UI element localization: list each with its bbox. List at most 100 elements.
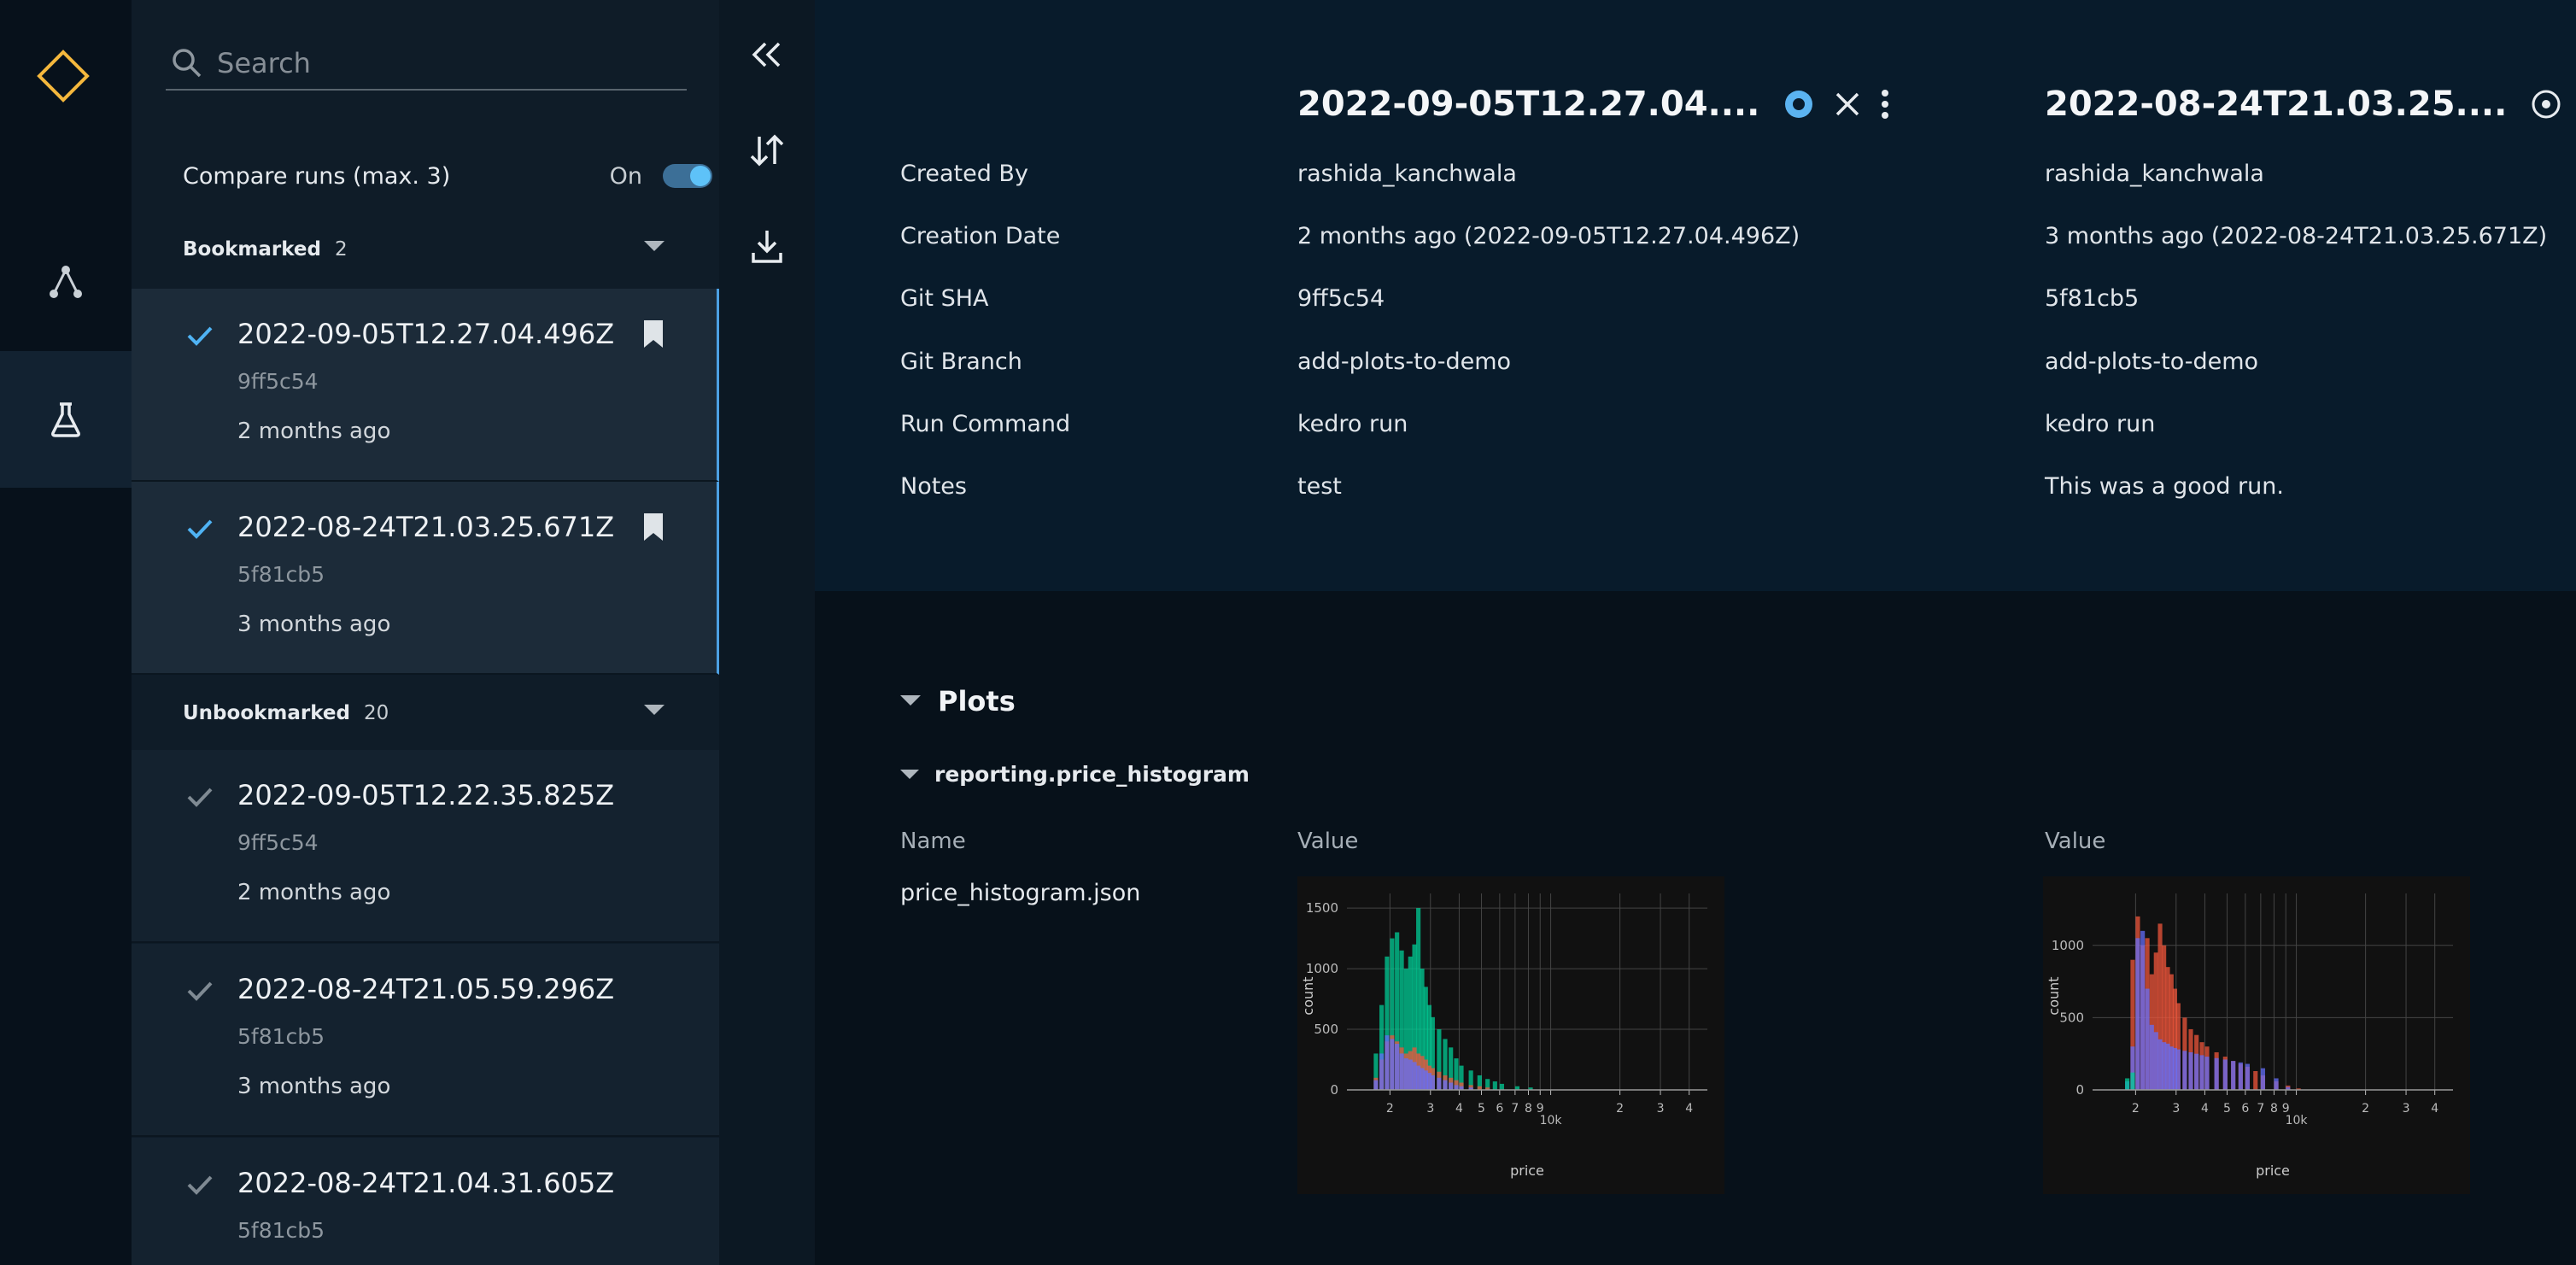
git-sha-value: 9ff5c54 bbox=[1297, 285, 1385, 312]
notes-value[interactable]: This was a good run. bbox=[2045, 473, 2284, 500]
run-time-ago: 3 months ago bbox=[237, 612, 391, 637]
x-tick-label: 4 bbox=[1685, 1102, 1693, 1116]
close-icon[interactable] bbox=[1835, 91, 1860, 117]
sort-runs-button[interactable] bbox=[743, 126, 791, 174]
experiment-tracking-nav-button[interactable] bbox=[0, 351, 132, 488]
histogram-bar bbox=[2253, 1071, 2258, 1090]
kedro-logo-icon[interactable] bbox=[36, 49, 91, 103]
caret-down-icon[interactable] bbox=[644, 240, 664, 256]
value-column-header: Value bbox=[2045, 829, 2106, 854]
flowchart-nav-button[interactable] bbox=[0, 214, 132, 350]
run-command-value: kedro run bbox=[1297, 411, 1408, 437]
run-title: 2022-08-24T21.05.59.296Z bbox=[237, 973, 615, 1005]
run-time-ago: 2 months ago bbox=[237, 419, 391, 444]
histogram-bar bbox=[2238, 1062, 2243, 1090]
y-tick-label: 1500 bbox=[1306, 900, 1338, 916]
y-tick-label: 500 bbox=[1314, 1022, 1338, 1037]
run-title: 2022-09-05T12.27.04.496Z bbox=[237, 318, 615, 350]
caret-down-icon[interactable] bbox=[644, 704, 664, 720]
notes-value[interactable]: test bbox=[1297, 473, 1342, 500]
histogram-bar bbox=[2231, 1061, 2236, 1090]
download-icon bbox=[752, 231, 782, 263]
histogram-bar bbox=[2274, 1078, 2279, 1090]
run-item[interactable]: 2022-09-05T12.22.35.825Z 9ff5c54 2 month… bbox=[132, 750, 719, 943]
histogram-bar bbox=[1399, 1053, 1404, 1090]
group-title: Bookmarked bbox=[183, 238, 321, 261]
run-item[interactable]: 2022-08-24T21.04.31.605Z 5f81cb5 bbox=[132, 1138, 719, 1265]
group-count: 2 bbox=[335, 238, 348, 261]
x-tick-label: 7 bbox=[1511, 1102, 1519, 1116]
creation-date-label: Creation Date bbox=[900, 223, 1061, 249]
x-tick-label: 3 bbox=[1657, 1102, 1665, 1116]
run-item[interactable]: 2022-08-24T21.03.25.671Z 5f81cb5 3 month… bbox=[132, 482, 719, 675]
run-title: 2022-08-24T21.04.31.605Z bbox=[237, 1167, 615, 1199]
plot-file-name: price_histogram.json bbox=[900, 880, 1141, 906]
run-item[interactable]: 2022-08-24T21.05.59.296Z 5f81cb5 3 month… bbox=[132, 944, 719, 1137]
dataset-header[interactable]: reporting.price_histogram bbox=[900, 762, 1250, 787]
x-tick-label: 8 bbox=[2270, 1102, 2278, 1116]
x-tick-label: 5 bbox=[2223, 1102, 2231, 1116]
check-icon[interactable] bbox=[186, 518, 214, 543]
compare-runs-toggle[interactable] bbox=[663, 164, 712, 188]
created-by-value: rashida_kanchwala bbox=[2045, 161, 2264, 187]
x-tick-label: 2 bbox=[1386, 1102, 1394, 1116]
run-command-label: Run Command bbox=[900, 411, 1071, 437]
plots-section-header[interactable]: Plots bbox=[900, 685, 1016, 717]
x-tick-label: 2 bbox=[1616, 1102, 1624, 1116]
export-button[interactable] bbox=[743, 222, 791, 270]
caret-down-icon bbox=[900, 769, 919, 779]
run-time-ago: 2 months ago bbox=[237, 880, 391, 905]
sort-arrows-icon bbox=[750, 134, 784, 167]
run-details-panel: 2022-09-05T12.27.04.... 2022-08-24T21.03… bbox=[815, 0, 2576, 1265]
histogram-bar bbox=[2130, 1072, 2135, 1090]
check-icon[interactable] bbox=[186, 1174, 214, 1199]
bookmark-icon[interactable] bbox=[643, 512, 664, 545]
x-tick-label: 6 bbox=[2241, 1102, 2249, 1116]
run-sha: 5f81cb5 bbox=[237, 1024, 325, 1049]
histogram-bar bbox=[2149, 1024, 2154, 1090]
check-icon[interactable] bbox=[186, 786, 214, 811]
pin-icon[interactable] bbox=[2531, 89, 2561, 120]
x-tick-label: 7 bbox=[2257, 1102, 2264, 1116]
histogram-bar bbox=[2245, 1063, 2250, 1090]
x-tick-label: 4 bbox=[2201, 1102, 2209, 1116]
more-options-icon[interactable] bbox=[1881, 89, 1889, 120]
run-header-title[interactable]: 2022-09-05T12.27.04.... bbox=[1297, 85, 1759, 124]
x-tick-label: 5 bbox=[1478, 1102, 1485, 1116]
git-branch-label: Git Branch bbox=[900, 348, 1022, 375]
histogram-bar bbox=[2135, 938, 2140, 1090]
unbookmarked-group-header[interactable]: Unbookmarked 20 bbox=[132, 692, 719, 735]
creation-date-value: 2 months ago (2022-09-05T12.27.04.496Z) bbox=[1297, 223, 1800, 249]
git-sha-value: 5f81cb5 bbox=[2045, 285, 2140, 312]
group-title: Unbookmarked bbox=[183, 702, 350, 724]
git-branch-value: add-plots-to-demo bbox=[1297, 348, 1512, 375]
double-chevron-left-icon bbox=[752, 42, 781, 67]
check-icon[interactable] bbox=[186, 325, 214, 350]
group-count: 20 bbox=[363, 702, 389, 724]
y-tick-label: 0 bbox=[1330, 1082, 1338, 1098]
x-axis-label: price bbox=[2256, 1163, 2290, 1179]
price-histogram-chart[interactable]: 0 500 1000 2 3 4 5 6 7 8 9 10k 2 3 4 price count bbox=[2043, 876, 2470, 1194]
search-input[interactable] bbox=[217, 47, 661, 79]
collapse-sidebar-button[interactable] bbox=[743, 31, 791, 79]
pin-selected-icon[interactable] bbox=[1783, 89, 1814, 120]
bookmark-icon[interactable] bbox=[643, 319, 664, 352]
histogram-bar bbox=[1379, 1053, 1385, 1090]
bookmarked-group-header[interactable]: Bookmarked 2 bbox=[132, 228, 719, 271]
x-tick-label: 2 bbox=[2362, 1102, 2369, 1116]
x-axis-label: price bbox=[1510, 1163, 1544, 1179]
histogram-bar bbox=[2153, 1032, 2158, 1090]
histogram-bar bbox=[2175, 1049, 2181, 1090]
run-header-title[interactable]: 2022-08-24T21.03.25.... bbox=[2045, 85, 2507, 124]
check-icon[interactable] bbox=[186, 980, 214, 1005]
price-histogram-chart[interactable]: 0 500 1000 1500 2 3 4 5 6 7 8 9 10k 2 3 4 price count bbox=[1297, 876, 1724, 1194]
creation-date-value: 3 months ago (2022-08-24T21.03.25.671Z) bbox=[2045, 223, 2548, 249]
histogram-bar bbox=[2140, 930, 2146, 1090]
name-column-header: Name bbox=[900, 829, 966, 854]
run-metadata: 2022-09-05T12.27.04.... 2022-08-24T21.03… bbox=[815, 0, 2576, 591]
x-tick-label: 3 bbox=[2172, 1102, 2180, 1116]
run-time-ago: 3 months ago bbox=[237, 1074, 391, 1099]
run-command-value: kedro run bbox=[2045, 411, 2156, 437]
run-item[interactable]: 2022-09-05T12.27.04.496Z 9ff5c54 2 month… bbox=[132, 289, 719, 482]
run-sha: 9ff5c54 bbox=[237, 830, 319, 855]
